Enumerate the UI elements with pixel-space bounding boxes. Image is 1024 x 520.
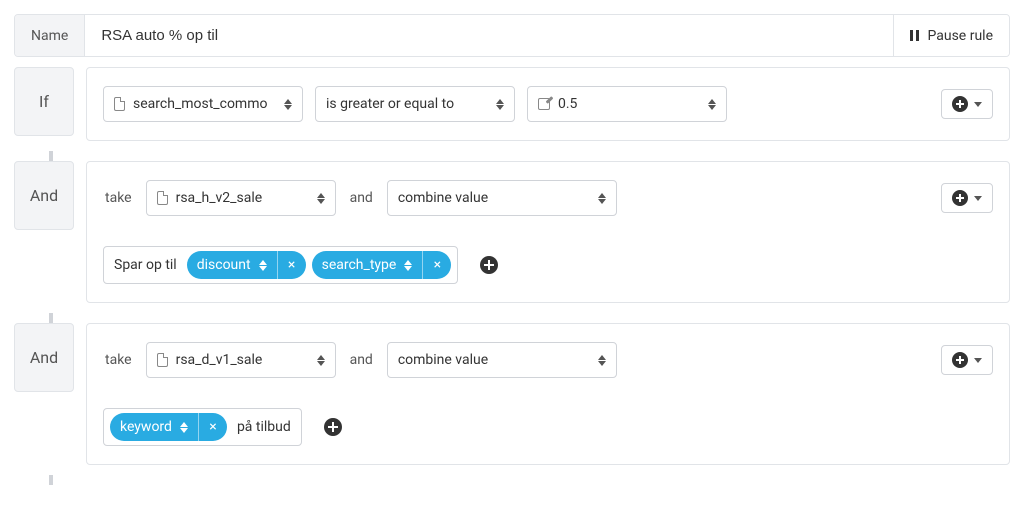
- caret-down-icon: [974, 196, 982, 201]
- and-label: and: [348, 190, 375, 206]
- name-label: Name: [15, 15, 85, 56]
- token-suffix: på tilbud: [233, 419, 295, 435]
- chip-remove-button[interactable]: ×: [423, 251, 451, 279]
- sort-icon: [708, 99, 716, 110]
- rule-editor: Name Pause rule If search_most_commo is …: [14, 14, 1010, 485]
- take-field-value: rsa_h_v2_sale: [176, 190, 263, 206]
- caret-down-icon: [974, 358, 982, 363]
- pause-icon: [910, 30, 919, 41]
- condition-operator-select[interactable]: is greater or equal to: [315, 86, 515, 122]
- chip-search-type[interactable]: search_type ×: [312, 251, 452, 279]
- chip-label: search_type: [322, 257, 397, 273]
- connector-row: [14, 475, 1010, 485]
- rule-block-if: If search_most_commo is greater or equal…: [14, 67, 1010, 141]
- chip-remove-button[interactable]: ×: [278, 251, 306, 279]
- sort-icon: [259, 260, 267, 271]
- name-input-wrap: [85, 15, 893, 56]
- add-condition-button[interactable]: [941, 89, 993, 119]
- file-icon: [157, 353, 168, 367]
- take-line: take rsa_h_v2_sale and combine value: [103, 180, 993, 216]
- rule-name-input[interactable]: [85, 15, 893, 56]
- connector-row: [14, 313, 1010, 323]
- action-select[interactable]: combine value: [387, 342, 617, 378]
- sort-icon: [598, 193, 606, 204]
- connector-line: [49, 313, 53, 323]
- rule-body-if: search_most_commo is greater or equal to…: [86, 67, 1010, 141]
- sort-icon: [284, 99, 292, 110]
- pause-rule-label: Pause rule: [927, 28, 993, 44]
- add-token-button[interactable]: [480, 256, 498, 274]
- rule-block-and-1: And take rsa_h_v2_sale and combine value: [14, 161, 1010, 303]
- rule-block-and-2: And take rsa_d_v1_sale and combine value: [14, 323, 1010, 465]
- token-row[interactable]: Spar op til discount × search_type: [103, 246, 458, 284]
- plus-icon: [952, 96, 968, 112]
- action-value: combine value: [398, 190, 488, 206]
- edit-icon: [538, 98, 550, 110]
- connector-line: [49, 151, 53, 161]
- and-label: and: [348, 352, 375, 368]
- take-field-value: rsa_d_v1_sale: [176, 352, 263, 368]
- plus-icon: [480, 256, 498, 274]
- rule-tag-and: And: [14, 323, 74, 392]
- rule-body-and-2: take rsa_d_v1_sale and combine value: [86, 323, 1010, 465]
- caret-down-icon: [974, 102, 982, 107]
- take-label: take: [103, 190, 134, 206]
- condition-value: 0.5: [558, 96, 577, 112]
- add-token-button[interactable]: [324, 418, 342, 436]
- take-field-select[interactable]: rsa_h_v2_sale: [146, 180, 336, 216]
- condition-value-select[interactable]: 0.5: [527, 86, 727, 122]
- take-line: take rsa_d_v1_sale and combine value: [103, 342, 993, 378]
- condition-field-value: search_most_commo: [133, 96, 267, 112]
- sort-icon: [317, 355, 325, 366]
- add-action-button[interactable]: [941, 345, 993, 375]
- take-label: take: [103, 352, 134, 368]
- pause-rule-button[interactable]: Pause rule: [893, 15, 1009, 56]
- condition-field-select[interactable]: search_most_commo: [103, 86, 303, 122]
- rule-tag-and: And: [14, 161, 74, 230]
- connector-line: [49, 475, 53, 485]
- chip-discount[interactable]: discount ×: [187, 251, 306, 279]
- plus-icon: [952, 190, 968, 206]
- name-row: Name Pause rule: [14, 14, 1010, 57]
- condition-operator-value: is greater or equal to: [326, 96, 454, 112]
- file-icon: [157, 191, 168, 205]
- action-select[interactable]: combine value: [387, 180, 617, 216]
- add-action-button[interactable]: [941, 183, 993, 213]
- action-value: combine value: [398, 352, 488, 368]
- sort-icon: [598, 355, 606, 366]
- token-line: keyword × på tilbud: [103, 408, 993, 446]
- token-prefix: Spar op til: [110, 257, 181, 273]
- rule-body-and-1: take rsa_h_v2_sale and combine value: [86, 161, 1010, 303]
- chip-keyword[interactable]: keyword ×: [110, 413, 227, 441]
- chip-remove-button[interactable]: ×: [199, 413, 227, 441]
- token-row[interactable]: keyword × på tilbud: [103, 408, 302, 446]
- condition-line: search_most_commo is greater or equal to…: [103, 86, 993, 122]
- sort-icon: [496, 99, 504, 110]
- plus-icon: [324, 418, 342, 436]
- rule-tag-if: If: [14, 67, 74, 136]
- connector-row: [14, 151, 1010, 161]
- sort-icon: [180, 422, 188, 433]
- chip-label: keyword: [120, 419, 172, 435]
- take-field-select[interactable]: rsa_d_v1_sale: [146, 342, 336, 378]
- file-icon: [114, 97, 125, 111]
- sort-icon: [404, 260, 412, 271]
- sort-icon: [317, 193, 325, 204]
- plus-icon: [952, 352, 968, 368]
- chip-label: discount: [197, 257, 251, 273]
- token-line: Spar op til discount × search_type: [103, 246, 993, 284]
